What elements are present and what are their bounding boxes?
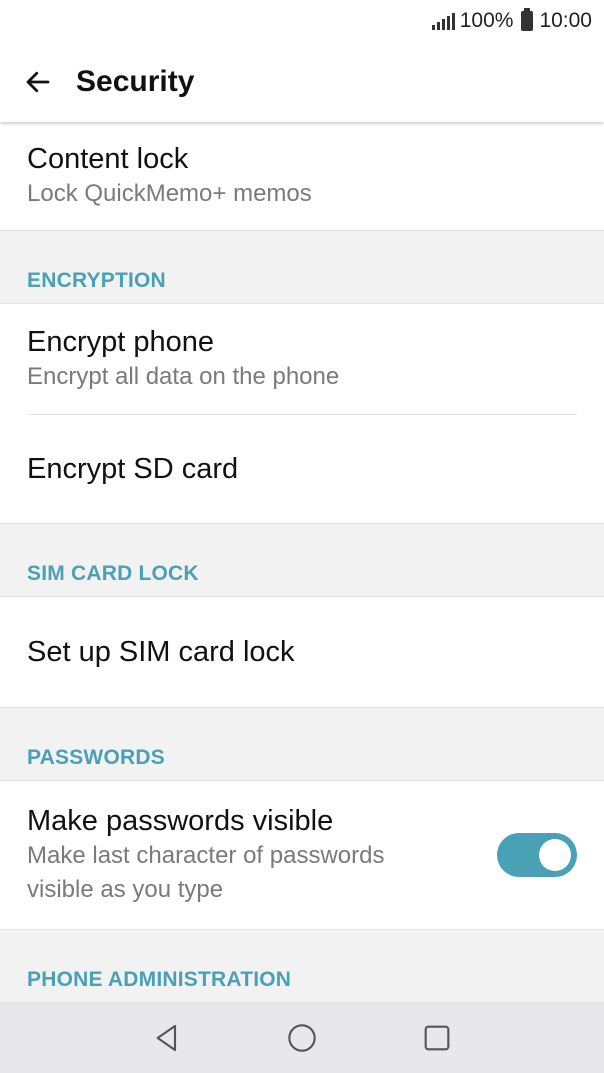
item-title: Set up SIM card lock bbox=[27, 636, 295, 668]
item-title: Encrypt phone bbox=[27, 326, 215, 358]
nav-recents-button[interactable] bbox=[407, 1008, 467, 1068]
item-subtitle: Make last character of passwords visible… bbox=[27, 842, 385, 903]
toggle-knob bbox=[539, 839, 571, 871]
item-text: Make passwords visible Make last charact… bbox=[27, 803, 477, 907]
passwords-visible-toggle[interactable] bbox=[497, 833, 577, 877]
app-bar: Security bbox=[0, 42, 604, 122]
item-title: Encrypt SD card bbox=[27, 453, 239, 485]
encrypt-sd-card-item[interactable]: Encrypt SD card bbox=[0, 415, 604, 523]
encrypt-phone-item[interactable]: Encrypt phone Encrypt all data on the ph… bbox=[0, 304, 604, 414]
item-subtitle: Encrypt all data on the phone bbox=[27, 363, 340, 390]
back-button[interactable] bbox=[0, 42, 76, 122]
make-passwords-visible-item[interactable]: Make passwords visible Make last charact… bbox=[0, 781, 604, 929]
status-bar: 100% 10:00 bbox=[0, 0, 604, 42]
nav-back-button[interactable] bbox=[137, 1008, 197, 1068]
circle-home-icon bbox=[288, 1024, 316, 1052]
arrow-left-icon bbox=[26, 71, 50, 93]
battery-percentage: 100% bbox=[459, 9, 514, 32]
nav-home-button[interactable] bbox=[272, 1008, 332, 1068]
battery-icon bbox=[521, 8, 534, 31]
settings-list: Content lock Lock QuickMemo+ memos ENCRY… bbox=[0, 122, 604, 1003]
section-header-passwords: PASSWORDS bbox=[0, 707, 604, 781]
section-header-encryption: ENCRYPTION bbox=[0, 230, 604, 304]
item-subtitle: Lock QuickMemo+ memos bbox=[27, 180, 312, 207]
section-header-phone-administration: PHONE ADMINISTRATION bbox=[0, 929, 604, 1003]
square-recents-icon bbox=[424, 1025, 450, 1051]
sim-card-lock-item[interactable]: Set up SIM card lock bbox=[0, 597, 604, 707]
page-title: Security bbox=[76, 65, 195, 98]
security-settings-screen: 100% 10:00 Security Content lock Lock Qu… bbox=[0, 0, 604, 1073]
triangle-back-icon bbox=[156, 1024, 177, 1052]
item-title: Content lock bbox=[27, 143, 189, 175]
section-header-sim-card-lock: SIM CARD LOCK bbox=[0, 523, 604, 597]
signal-icon bbox=[431, 12, 455, 30]
navigation-bar bbox=[0, 1003, 604, 1073]
content-lock-item[interactable]: Content lock Lock QuickMemo+ memos bbox=[0, 122, 604, 230]
item-title: Make passwords visible bbox=[27, 805, 334, 837]
clock: 10:00 bbox=[539, 9, 592, 32]
